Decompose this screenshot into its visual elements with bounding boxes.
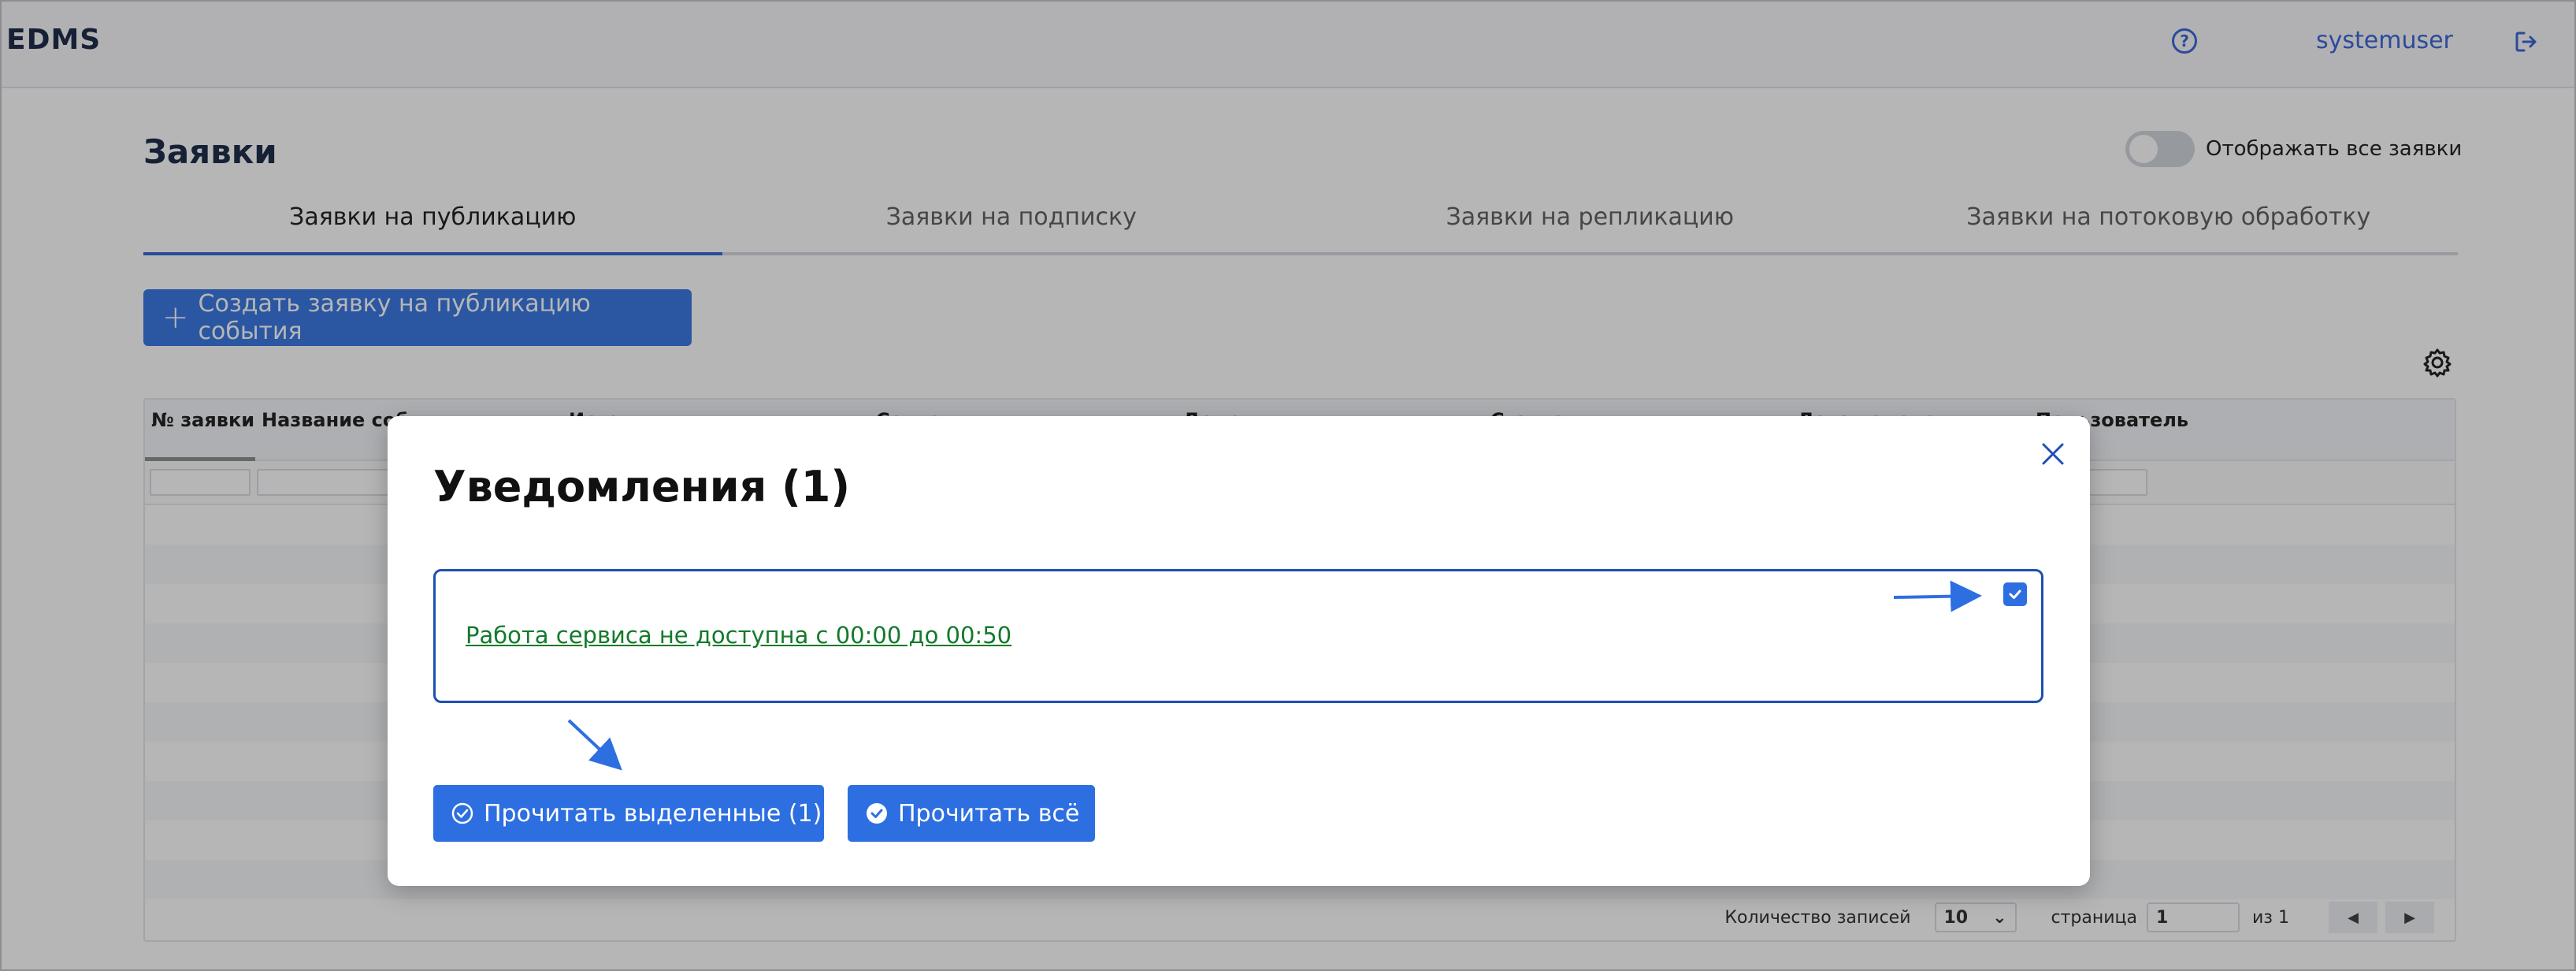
close-icon[interactable] (2039, 440, 2067, 468)
notification-checkbox[interactable] (2003, 582, 2027, 606)
notifications-modal: Уведомления (1) Работа сервиса не доступ… (388, 416, 2090, 886)
modal-title: Уведомления (1) (433, 462, 851, 512)
read-selected-label: Прочитать выделенные (1) (484, 799, 822, 828)
read-all-button[interactable]: Прочитать всё (848, 785, 1095, 842)
check-circle-outline-icon (451, 802, 473, 824)
read-selected-button[interactable]: Прочитать выделенные (1) (433, 785, 824, 842)
check-icon (2009, 590, 2021, 599)
read-all-label: Прочитать всё (898, 799, 1080, 828)
notification-link[interactable]: Работа сервиса не доступна с 00:00 до 00… (466, 622, 1011, 649)
notification-item[interactable]: Работа сервиса не доступна с 00:00 до 00… (433, 569, 2043, 703)
check-circle-filled-icon (867, 803, 887, 824)
